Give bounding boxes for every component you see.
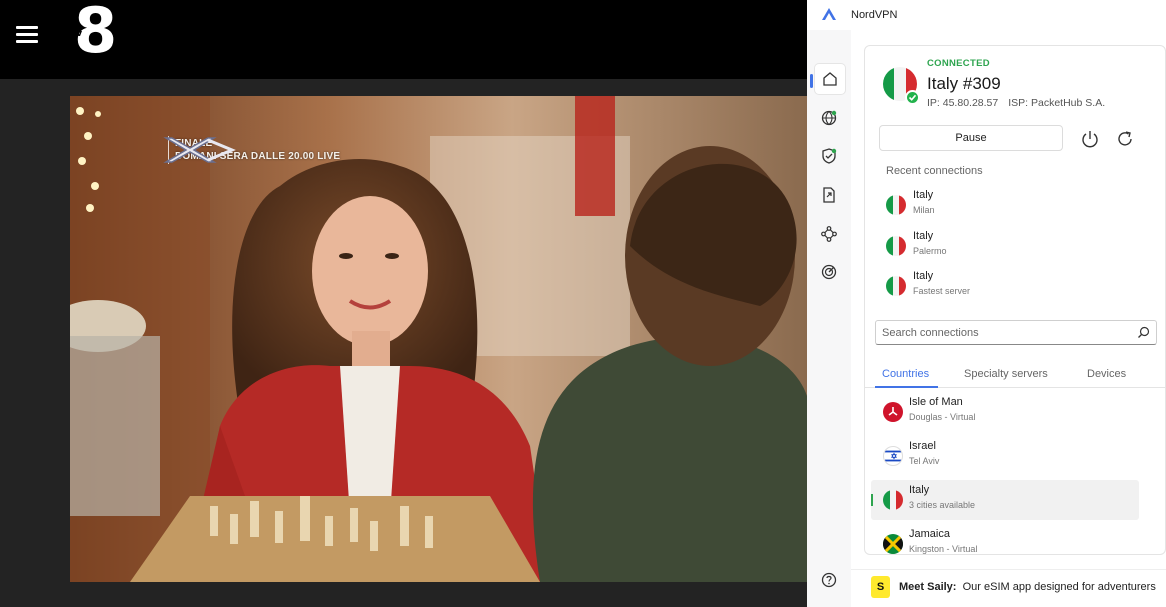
server-tabs: Countries Specialty servers Devices (865, 366, 1165, 388)
globe-icon[interactable] (817, 106, 841, 130)
title-bar: NordVPN (807, 0, 1166, 30)
video-frame (70, 96, 807, 582)
country-item[interactable]: Israel Tel Aviv (871, 436, 1139, 476)
country-item-selected[interactable]: Italy 3 cities available (871, 480, 1139, 520)
screen: 8 tv FINALE DOMANI SERA DALLE 20.00 LIVE… (0, 0, 1166, 607)
meshnet-icon[interactable] (817, 222, 841, 246)
recent-city: Milan (913, 205, 935, 215)
app-title: NordVPN (851, 9, 898, 21)
recent-connection-item[interactable]: Italy Fastest server (865, 269, 1165, 305)
home-icon[interactable] (815, 64, 845, 94)
reconnect-icon[interactable] (1114, 128, 1136, 150)
recent-city: Fastest server (913, 286, 971, 296)
search-placeholder: Search connections (882, 327, 979, 339)
italy-flag-icon (886, 236, 906, 256)
search-icon[interactable] (1137, 326, 1150, 339)
connection-panel: CONNECTED Italy #309 IP: 45.80.28.57 ISP:… (864, 45, 1166, 555)
isp-name: ISP: PacketHub S.A. (1008, 97, 1106, 109)
pause-button[interactable]: Pause (879, 125, 1063, 151)
menu-icon[interactable] (16, 26, 38, 44)
country-name: Israel (909, 440, 936, 452)
country-name: Isle of Man (909, 396, 963, 408)
disconnect-icon[interactable] (1079, 128, 1101, 150)
nordvpn-window: NordVPN CONNECTED Italy #309 IP: 45.80.2… (807, 0, 1166, 607)
logo-tv: tv (72, 29, 83, 39)
country-item[interactable]: Isle of Man Douglas - Virtual (871, 392, 1139, 432)
active-tab-indicator (875, 386, 938, 388)
jamaica-flag-icon (883, 534, 903, 554)
file-share-icon[interactable] (817, 183, 841, 207)
recent-country: Italy (913, 230, 934, 242)
nordvpn-logo-icon (822, 8, 836, 20)
connection-details: IP: 45.80.28.57 ISP: PacketHub S.A. (927, 97, 1105, 109)
ip-address: IP: 45.80.28.57 (927, 97, 999, 109)
country-cities: Tel Aviv (909, 456, 940, 466)
banner-message: Our eSIM app designed for adventurers (962, 581, 1156, 593)
country-cities: 3 cities available (909, 500, 976, 510)
country-cities: Douglas - Virtual (909, 412, 976, 422)
recent-connection-item[interactable]: Italy Milan (865, 188, 1165, 224)
country-name: Jamaica (909, 528, 950, 540)
active-indicator (810, 74, 813, 88)
video-overlay: FINALE DOMANI SERA DALLE 20.00 LIVE (162, 134, 340, 166)
isle-of-man-flag-icon (883, 402, 903, 422)
recent-connection-item[interactable]: Italy Palermo (865, 229, 1165, 265)
side-rail (807, 30, 851, 607)
connected-indicator (871, 494, 873, 506)
italy-flag-icon (886, 195, 906, 215)
country-name: Italy (909, 484, 930, 496)
italy-flag-icon (886, 276, 906, 296)
tab-specialty-servers[interactable]: Specialty servers (964, 368, 1048, 380)
saily-banner[interactable]: S Meet Saily: Our eSIM app designed for … (851, 569, 1166, 607)
saily-icon: S (871, 576, 890, 598)
connection-status: CONNECTED (927, 58, 990, 69)
banner-text: Meet Saily: Our eSIM app designed for ad… (899, 581, 1156, 593)
tv8-logo[interactable]: 8 tv (70, 0, 122, 64)
country-cities: Kingston - Virtual (909, 544, 978, 554)
recent-connections-title: Recent connections (886, 165, 983, 177)
x-factor-logo (163, 137, 236, 163)
tab-countries[interactable]: Countries (882, 368, 929, 380)
banner-title: Meet Saily: (899, 581, 957, 593)
help-icon[interactable] (817, 568, 841, 592)
tab-devices[interactable]: Devices (1087, 368, 1126, 380)
country-item[interactable]: Jamaica Kingston - Virtual (871, 524, 1139, 554)
video-player[interactable]: FINALE DOMANI SERA DALLE 20.00 LIVE (70, 96, 807, 582)
threat-protection-icon[interactable] (817, 144, 841, 168)
israel-flag-icon (883, 446, 903, 466)
connected-check-icon (905, 90, 920, 105)
recent-country: Italy (913, 270, 934, 282)
search-input[interactable]: Search connections (875, 320, 1157, 345)
recent-city: Palermo (913, 246, 947, 256)
italy-flag-icon (883, 490, 903, 510)
site-header: 8 tv (0, 0, 807, 79)
recent-country: Italy (913, 189, 934, 201)
dark-web-monitor-icon[interactable] (817, 260, 841, 284)
server-name: Italy #309 (927, 74, 1001, 93)
